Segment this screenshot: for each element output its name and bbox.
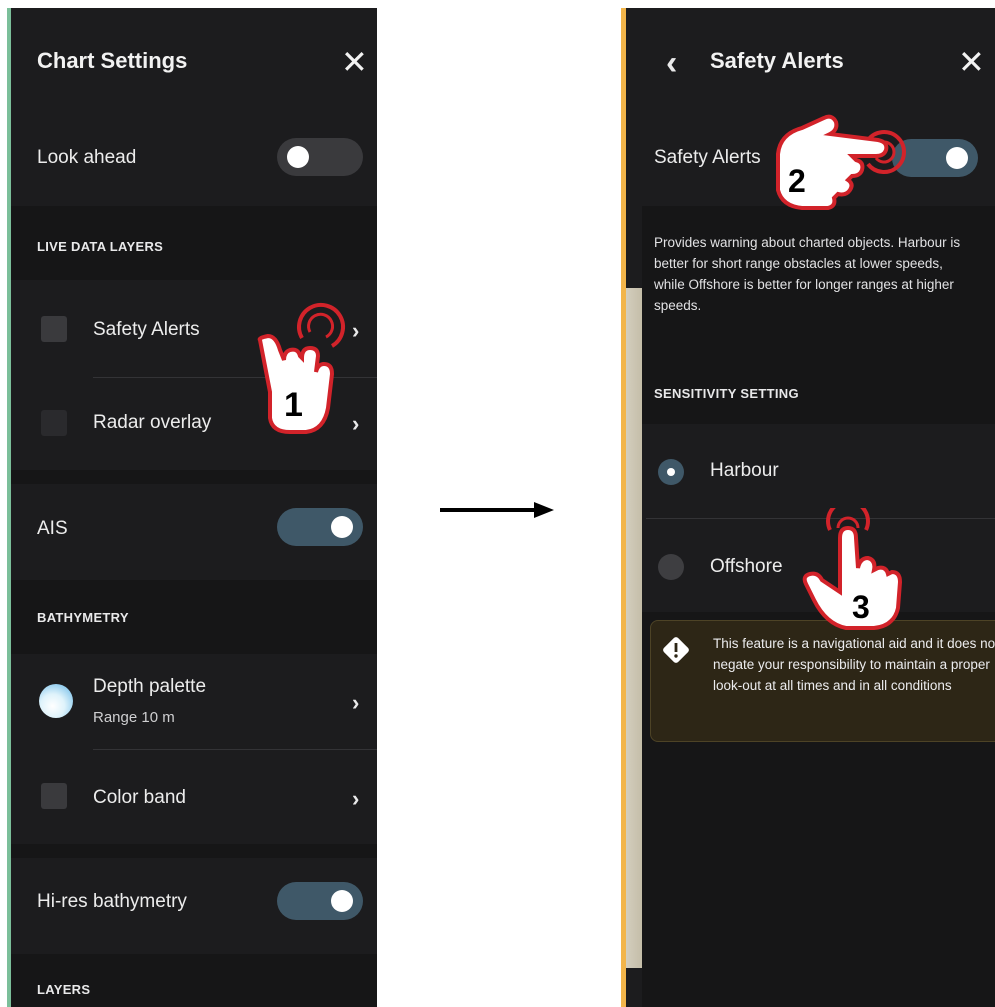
panel-title: Chart Settings: [37, 48, 188, 73]
safety-alerts-label[interactable]: Safety Alerts: [93, 319, 200, 341]
divider: [93, 749, 377, 750]
warning-text: This feature is a navigational aid and i…: [713, 636, 995, 693]
section-header-sensitivity: SENSITIVITY SETTING: [642, 364, 995, 424]
radar-overlay-label[interactable]: Radar overlay: [93, 412, 211, 434]
harbour-radio[interactable]: [658, 459, 684, 485]
section-label: SENSITIVITY SETTING: [654, 386, 799, 401]
offshore-radio[interactable]: [658, 554, 684, 580]
hi-res-bathymetry-label: Hi-res bathymetry: [37, 891, 187, 912]
chevron-right-icon[interactable]: ›: [352, 690, 359, 716]
safety-alerts-description: Provides warning about charted objects. …: [654, 235, 961, 313]
arrow-right-icon: [440, 502, 554, 518]
chart-map-background: [626, 288, 642, 968]
section-label: LIVE DATA LAYERS: [37, 239, 164, 254]
section-label: LAYERS: [37, 982, 91, 997]
step-number: 2: [788, 163, 806, 199]
chevron-right-icon[interactable]: ›: [352, 786, 359, 812]
harbour-label[interactable]: Harbour: [710, 460, 779, 482]
section-spacer: [11, 470, 377, 484]
offshore-label[interactable]: Offshore: [710, 556, 783, 578]
hi-res-bathymetry-toggle[interactable]: [277, 882, 363, 920]
step-number: 1: [284, 386, 303, 424]
chart-settings-panel: Chart Settings ✕ Look ahead LIVE DATA LA…: [7, 8, 377, 1007]
toggle-knob: [287, 146, 309, 168]
pointing-hand-step-1-icon: 1: [257, 302, 346, 434]
section-label: BATHYMETRY: [37, 610, 129, 625]
warning-box: This feature is a navigational aid and i…: [650, 620, 995, 742]
back-chevron-icon[interactable]: ‹: [666, 44, 677, 83]
ais-label: AIS: [37, 518, 68, 539]
radar-overlay-checkbox[interactable]: [41, 410, 67, 436]
safety-alerts-checkbox[interactable]: [41, 316, 67, 342]
warning-diamond-icon: [663, 637, 689, 663]
close-icon[interactable]: ✕: [958, 46, 985, 78]
look-ahead-toggle[interactable]: [277, 138, 363, 176]
section-spacer: [11, 844, 377, 858]
toggle-knob: [331, 516, 353, 538]
section-header-bathymetry: BATHYMETRY: [11, 580, 377, 654]
safety-alerts-label: Safety Alerts: [654, 147, 761, 168]
section-header-layers: LAYERS: [11, 954, 377, 1007]
color-band-label[interactable]: Color band: [93, 787, 186, 809]
depth-palette-range: Range 10 m: [93, 709, 175, 726]
pointing-hand-step-2-icon: 2: [776, 114, 906, 210]
step-number: 3: [852, 589, 870, 625]
section-header-live-data: LIVE DATA LAYERS: [11, 206, 377, 280]
ais-toggle[interactable]: [277, 508, 363, 546]
depth-palette-label[interactable]: Depth palette: [93, 676, 206, 698]
panel-title: Safety Alerts: [710, 48, 844, 73]
depth-palette-swatch-icon: [39, 684, 73, 718]
toggle-knob: [946, 147, 968, 169]
close-icon[interactable]: ✕: [341, 46, 368, 78]
toggle-knob: [331, 890, 353, 912]
color-band-checkbox[interactable]: [41, 783, 67, 809]
pointing-hand-step-3-icon: 3: [802, 508, 903, 630]
look-ahead-label: Look ahead: [37, 147, 137, 168]
